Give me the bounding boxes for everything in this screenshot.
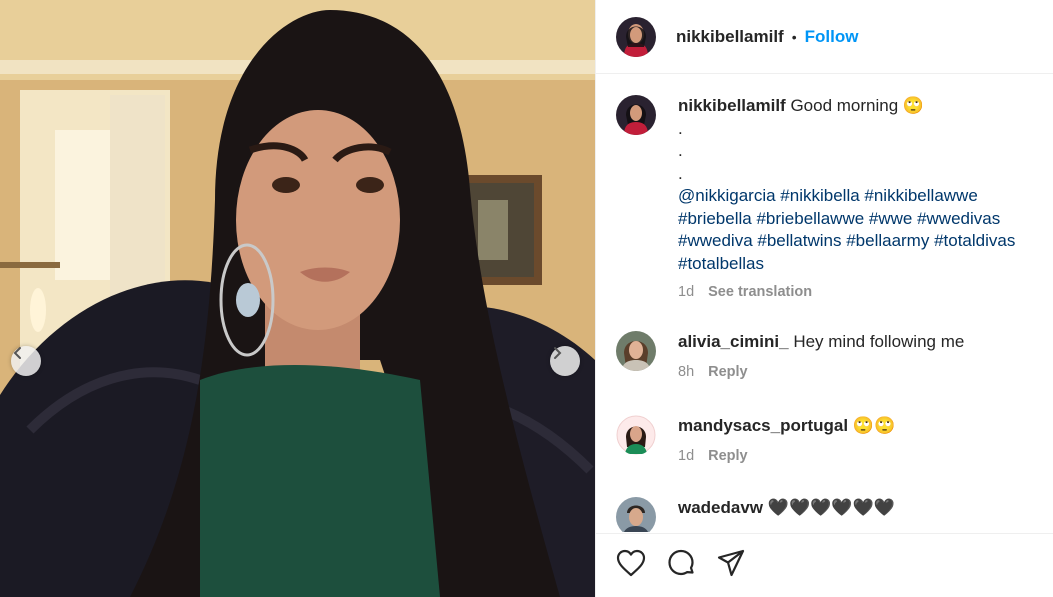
next-photo-button[interactable] [550,346,580,376]
caption-dot-line: . [678,141,683,160]
comment-text: 🙄🙄 [852,416,896,435]
comment-username[interactable]: wadedavw [678,498,763,517]
comment-item: mandysacs_portugal 🙄🙄 1d Reply [616,415,1036,467]
caption-dot-line: . [678,118,683,138]
avatar[interactable] [616,16,656,57]
reply-button[interactable]: Reply [708,445,748,467]
avatar[interactable] [616,95,656,135]
comment-username[interactable]: mandysacs_portugal [678,416,848,435]
post-photo[interactable] [0,0,595,597]
like-button[interactable] [614,549,648,583]
comment-button[interactable] [664,549,698,583]
separator-dot: • [791,28,797,45]
previous-photo-button[interactable] [11,346,41,376]
comments-list[interactable]: nikkibellamilf Good morning 🙄 . . . @nik… [596,75,1053,532]
comment-timestamp[interactable]: 1d [678,445,694,467]
heart-icon [616,549,646,582]
comment-item: wadedavw 🖤🖤🖤🖤🖤🖤 [616,497,1036,532]
see-translation-button[interactable]: See translation [708,281,812,304]
follow-button[interactable]: Follow [805,27,859,47]
comment-icon [666,548,696,583]
post-author-username[interactable]: nikkibellamilf [676,27,784,47]
comment-text: 🖤🖤🖤🖤🖤🖤 [767,498,895,517]
reply-button[interactable]: Reply [708,361,748,383]
photo-illustration [0,0,595,597]
comment-username[interactable]: alivia_cimini_ [678,332,789,351]
comment-text: Hey mind following me [793,332,965,351]
avatar[interactable] [616,497,656,532]
post-actions-bar [596,533,1053,597]
comment-timestamp[interactable]: 8h [678,361,694,383]
caption-timestamp[interactable]: 1d [678,281,694,304]
post-details-panel: nikkibellamilf • Follow nikkibellamilf G… [595,0,1053,597]
caption-username[interactable]: nikkibellamilf [678,96,786,115]
avatar[interactable] [616,415,656,455]
caption-dot-line: . [678,163,683,183]
comment-item: alivia_cimini_ Hey mind following me 8h … [616,331,1036,383]
share-button[interactable] [714,549,748,583]
paper-plane-icon [716,548,746,583]
caption-hashtags[interactable]: @nikkigarcia #nikkibella #nikkibellawwe … [678,185,1036,275]
caption-text: Good morning 🙄 [790,96,925,115]
post-header: nikkibellamilf • Follow [596,0,1053,74]
post-caption: nikkibellamilf Good morning 🙄 . . . @nik… [616,95,1036,304]
avatar[interactable] [616,331,656,371]
